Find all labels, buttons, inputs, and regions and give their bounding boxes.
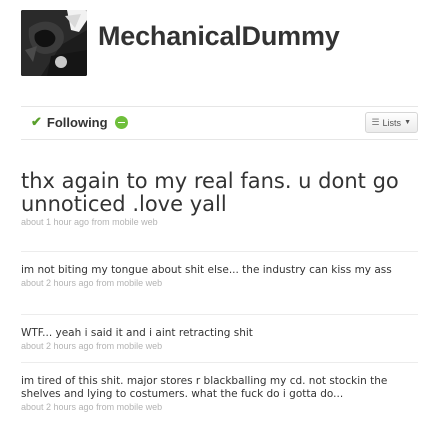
avatar[interactable] — [21, 10, 87, 76]
profile-actions-bar: ✔ Following ☰ Lists ▼ — [21, 106, 418, 140]
tweet-meta: about 2 hours ago from mobile web — [21, 402, 418, 412]
tweet-source[interactable]: mobile web — [117, 402, 163, 412]
tweet-text: thx again to my real fans. u dont go unn… — [21, 169, 399, 216]
tweet-text: im tired of this shit. major stores r bl… — [21, 375, 388, 400]
chevron-down-icon: ▼ — [404, 119, 411, 126]
tweet-item: thx again to my real fans. u dont go unn… — [21, 169, 418, 228]
following-button[interactable]: ✔ Following — [31, 114, 128, 130]
tweet-divider — [21, 251, 418, 252]
tweet-timestamp[interactable]: about 2 hours ago — [21, 341, 94, 351]
tweet-text: WTF... yeah i said it and i aint retract… — [21, 327, 253, 339]
tweet-timestamp[interactable]: about 1 hour ago — [21, 217, 89, 227]
tweet-from: from — [91, 217, 110, 227]
list-icon: ☰ — [371, 117, 380, 127]
tweet-divider — [21, 314, 418, 315]
avatar-image — [21, 10, 87, 76]
tweet-item: im not biting my tongue about shit else.… — [21, 264, 418, 288]
tweet-timestamp[interactable]: about 2 hours ago — [21, 278, 94, 288]
profile-header: MechanicalDummy — [21, 10, 435, 76]
tweet-from: from — [96, 402, 115, 412]
tweet-meta: about 1 hour ago from mobile web — [21, 217, 418, 227]
tweet-source[interactable]: mobile web — [117, 278, 163, 288]
tweet-item: im tired of this shit. major stores r bl… — [21, 375, 418, 412]
tweet-source[interactable]: mobile web — [117, 341, 163, 351]
tweet-meta: about 2 hours ago from mobile web — [21, 341, 418, 351]
tweet-divider — [21, 362, 418, 363]
tweet-from: from — [96, 341, 115, 351]
tweet-from: from — [96, 278, 115, 288]
checkmark-icon: ✔ — [31, 114, 42, 129]
tweet-text: im not biting my tongue about shit else.… — [21, 264, 392, 276]
unfollow-icon[interactable] — [114, 115, 128, 129]
screen-name: MechanicalDummy — [98, 21, 340, 51]
tweet-meta: about 2 hours ago from mobile web — [21, 278, 418, 288]
tweet-timestamp[interactable]: about 2 hours ago — [21, 402, 94, 412]
tweet-source[interactable]: mobile web — [112, 217, 158, 227]
following-label: Following — [46, 114, 108, 130]
lists-label: Lists — [382, 117, 402, 128]
lists-button[interactable]: ☰ Lists ▼ — [365, 112, 418, 133]
tweet-item: WTF... yeah i said it and i aint retract… — [21, 327, 418, 351]
